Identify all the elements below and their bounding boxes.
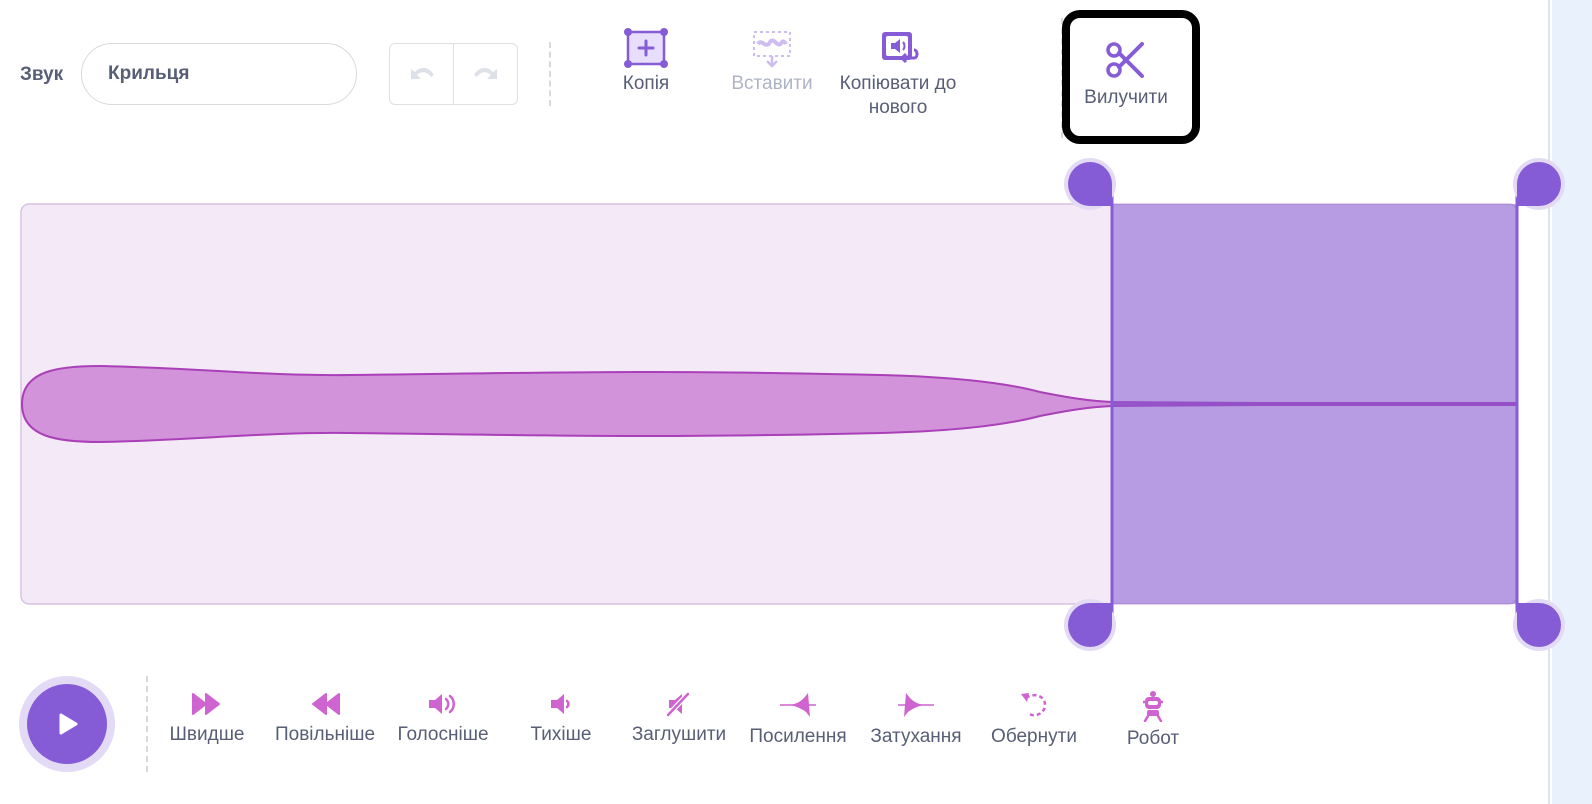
robot-icon xyxy=(1143,691,1163,722)
sound-name-input[interactable] xyxy=(81,43,357,105)
effect-softer-button[interactable]: Тихіше xyxy=(528,690,594,746)
waveform-editor[interactable] xyxy=(0,150,1570,660)
effect-faster-label: Швидше xyxy=(169,724,245,745)
effect-reverse-button[interactable]: Обернути xyxy=(986,690,1082,748)
louder-icon xyxy=(429,694,455,714)
effect-mute-label: Заглушити xyxy=(631,724,727,745)
play-button-core xyxy=(27,684,107,764)
undo-button[interactable] xyxy=(390,44,453,104)
delete-button[interactable]: Вилучити xyxy=(1076,38,1176,110)
effect-robot-label: Робот xyxy=(1126,728,1180,749)
copy-label: Копія xyxy=(622,73,670,94)
reverse-icon xyxy=(1021,693,1047,717)
sound-name-label: Звук xyxy=(20,64,64,85)
undo-redo-group xyxy=(389,43,518,105)
effect-fade-out-button[interactable]: Затухання xyxy=(866,690,966,748)
faster-icon xyxy=(192,693,220,715)
scissors-icon xyxy=(1106,42,1144,78)
selection-handle-top-left[interactable] xyxy=(1064,158,1116,210)
softer-icon xyxy=(551,694,570,714)
effect-softer-label: Тихіше xyxy=(530,724,592,745)
copy-to-new-label-line1: Копіювати до xyxy=(839,73,957,94)
effect-robot-button[interactable]: Робот xyxy=(1118,690,1188,750)
effects-divider xyxy=(146,676,148,772)
redo-button[interactable] xyxy=(453,44,517,104)
fade-in-icon xyxy=(780,693,816,717)
copy-button[interactable]: Копія xyxy=(606,28,686,96)
paste-icon xyxy=(753,31,791,68)
effect-slower-label: Повільніше xyxy=(274,724,376,745)
effect-slower-button[interactable]: Повільніше xyxy=(272,690,378,746)
effect-louder-label: Голосніше xyxy=(397,724,489,745)
paste-button[interactable]: Вставити xyxy=(722,28,822,96)
undo-icon xyxy=(410,67,434,79)
fade-out-icon xyxy=(898,693,934,717)
copy-to-new-button[interactable]: Копіювати до нового xyxy=(828,28,968,120)
selection-handle-top-right[interactable] xyxy=(1513,158,1565,210)
effect-louder-button[interactable]: Голосніше xyxy=(394,690,492,746)
selection-handle-bottom-left[interactable] xyxy=(1064,599,1116,651)
copy-icon xyxy=(624,28,668,68)
selection-region[interactable] xyxy=(1112,204,1517,604)
effect-faster-button[interactable]: Швидше xyxy=(166,690,248,746)
copy-to-new-label-line2: нового xyxy=(868,97,928,118)
play-icon xyxy=(59,713,78,735)
effect-fade-in-button[interactable]: Посилення xyxy=(746,690,850,748)
effect-fade-in-label: Посилення xyxy=(749,726,847,747)
slower-icon xyxy=(312,693,340,715)
mute-icon xyxy=(664,690,692,718)
effect-fade-out-label: Затухання xyxy=(870,726,962,747)
selection-handle-bottom-right[interactable] xyxy=(1513,599,1565,651)
effect-mute-button[interactable]: Заглушити xyxy=(628,690,730,746)
toolbar-divider xyxy=(549,42,551,106)
delete-label: Вилучити xyxy=(1084,87,1168,108)
copy-to-new-icon xyxy=(882,32,919,64)
paste-label: Вставити xyxy=(731,73,813,94)
effect-reverse-label: Обернути xyxy=(991,726,1077,747)
play-button[interactable] xyxy=(19,676,115,772)
redo-icon xyxy=(473,67,497,79)
